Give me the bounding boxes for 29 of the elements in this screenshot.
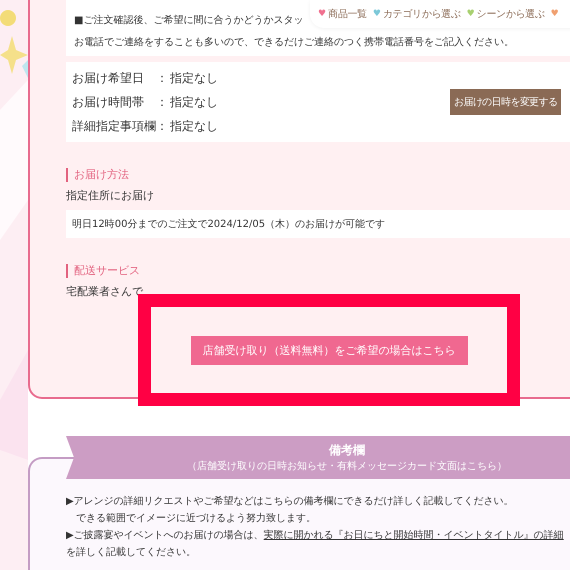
heart-icon: ♥ (372, 10, 381, 18)
remarks-text: できる範囲でイメージに近づけるよう努力致します。 (75, 512, 317, 526)
store-pickup-button[interactable]: 店舗受け取り（送料無料）をご希望の場合はこちら (190, 336, 468, 364)
notice-text: ■ご注文確認後、ご希望に間に合うかどうかスタッ (74, 14, 304, 28)
field-value: 指定なし (170, 118, 218, 135)
colon-text: ： (156, 118, 169, 135)
field-label: お届け時間帯 (72, 94, 145, 111)
field-label: お届け希望日 (72, 70, 145, 87)
nav-link[interactable]: 商品一覧 (328, 7, 367, 21)
colon-text: ： (156, 70, 169, 87)
heart-icon: ♥ (466, 10, 475, 18)
colon-text: ： (156, 94, 169, 111)
method-text: 指定住所にお届け (66, 189, 155, 202)
remarks-text: ▶ご披露宴やイベントへのお届けの場合は、実際に開かれる『お日にちと開始時間・イベントタイトル』の詳細 を詳しく記載してください。 (66, 528, 565, 560)
banner-subtitle: （店舗受け取りの日時お知らせ・有料メッセージカード文面はこちら） (186, 460, 508, 473)
field-label: 詳細指定事項欄 (72, 118, 156, 135)
field-value: 指定なし (170, 94, 218, 111)
section-heading: お届け方法 (66, 168, 570, 182)
nav-link[interactable]: シーンから選ぶ (476, 7, 545, 21)
delivery-note: 明日12時00分までのご注文で2024/12/05（木）のお届けが可能です (66, 210, 570, 238)
heart-icon: ♥ (318, 10, 326, 18)
remarks-text: ▶アレンジの詳細リクエストやご希望などはこちらの備考欄にできるだけ詳しく記載してください。 (66, 494, 515, 509)
field-value: 指定なし (170, 70, 218, 87)
nav-link[interactable]: カテゴリから選ぶ (382, 7, 461, 21)
heart-icon: ♥ (550, 10, 559, 18)
notice-text: お電話でご連絡をすることも多いので、できるだけご連絡のつく携帯電話番号をご記入ください。 (74, 36, 514, 50)
change-date-button[interactable]: お届けの日時を変更する (450, 89, 562, 115)
banner-title: 備考欄 (328, 442, 366, 459)
section-heading: 配送サービス (66, 264, 570, 278)
